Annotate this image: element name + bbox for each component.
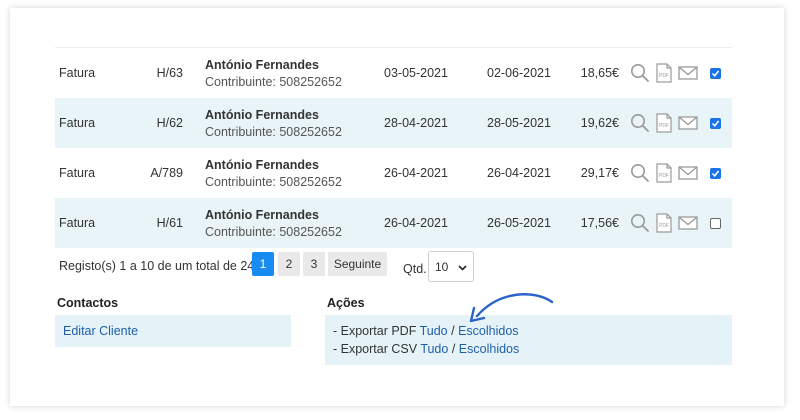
row-actions: PDF <box>630 98 698 148</box>
row-actions: PDF <box>630 148 698 198</box>
amount: 19,62€ <box>580 116 619 130</box>
quantity-select[interactable]: 10 <box>428 251 474 282</box>
amount: 18,65€ <box>580 66 619 80</box>
pdf-icon[interactable]: PDF <box>656 113 672 133</box>
row-checkbox-cell <box>710 48 721 98</box>
doc-type: Fatura <box>59 66 96 80</box>
pdf-icon-text: PDF <box>659 173 669 179</box>
client-cell: António Fernandes Contribuinte: 508252652 <box>205 198 342 248</box>
issue-date: 26-04-2021 <box>384 216 448 230</box>
doc-number: A/789 <box>150 166 183 180</box>
client-nif: Contribuinte: 508252652 <box>205 124 342 139</box>
row-checkbox[interactable] <box>710 217 721 229</box>
row-checkbox[interactable] <box>710 117 721 129</box>
table-row: Fatura H/61 António Fernandes Contribuinte:… <box>55 198 732 248</box>
client-cell: António Fernandes Contribuinte: 508252652 <box>205 98 342 148</box>
search-icon[interactable] <box>630 113 650 133</box>
export-pdf-all-link[interactable]: Tudo <box>420 324 448 338</box>
client-nif: Contribuinte: 508252652 <box>205 174 342 189</box>
mail-icon[interactable] <box>678 165 698 181</box>
doc-type: Fatura <box>59 116 96 130</box>
export-csv-separator: / <box>451 342 456 356</box>
amount: 29,17€ <box>580 166 619 180</box>
search-icon[interactable] <box>630 163 650 183</box>
row-checkbox-cell <box>710 98 721 148</box>
client-nif: Contribuinte: 508252652 <box>205 224 342 239</box>
due-date: 26-04-2021 <box>487 166 551 180</box>
row-checkbox-cell <box>710 198 721 248</box>
client-name: António Fernandes <box>205 157 319 172</box>
export-pdf-label: - Exportar PDF <box>333 324 417 338</box>
row-checkbox[interactable] <box>710 167 721 179</box>
actions-title: Ações <box>327 296 365 310</box>
row-checkbox-cell <box>710 148 721 198</box>
search-icon[interactable] <box>630 213 650 233</box>
doc-number: H/61 <box>156 216 183 230</box>
doc-number: H/62 <box>156 116 183 130</box>
pdf-icon-text: PDF <box>659 123 669 129</box>
annotation-arrow-icon <box>469 293 554 323</box>
table-row: Fatura H/62 António Fernandes Contribuinte:… <box>55 98 732 148</box>
doc-type: Fatura <box>59 166 96 180</box>
pdf-icon-text: PDF <box>659 223 669 229</box>
issue-date: 03-05-2021 <box>384 66 448 80</box>
page-2-button[interactable]: 2 <box>278 252 300 276</box>
mail-icon[interactable] <box>678 115 698 131</box>
search-icon[interactable] <box>630 63 650 83</box>
due-date: 28-05-2021 <box>487 116 551 130</box>
chevron-down-icon <box>458 260 467 274</box>
row-actions: PDF <box>630 198 698 248</box>
next-page-button[interactable]: Seguinte <box>328 252 387 276</box>
quantity-label: Qtd. <box>403 262 427 276</box>
export-csv-all-link[interactable]: Tudo <box>420 342 448 356</box>
records-summary: Registo(s) 1 a 10 de um total de 24 <box>59 259 255 273</box>
doc-number: H/63 <box>156 66 183 80</box>
mail-icon[interactable] <box>678 65 698 81</box>
client-nif: Contribuinte: 508252652 <box>205 74 342 89</box>
quantity-value: 10 <box>435 259 449 274</box>
export-csv-chosen-link[interactable]: Escolhidos <box>459 342 519 356</box>
page-1-button[interactable]: 1 <box>252 252 274 276</box>
pagination-bar: Registo(s) 1 a 10 de um total de 24 1 2 … <box>55 251 732 285</box>
export-csv-label: - Exportar CSV <box>333 342 418 356</box>
invoice-table: Fatura H/63 António Fernandes Contribuinte:… <box>55 47 732 248</box>
client-name: António Fernandes <box>205 107 319 122</box>
issue-date: 26-04-2021 <box>384 166 448 180</box>
client-cell: António Fernandes Contribuinte: 508252652 <box>205 48 342 98</box>
pdf-icon-text: PDF <box>659 73 669 79</box>
edit-client-link[interactable]: Editar Cliente <box>63 324 138 338</box>
client-name: António Fernandes <box>205 207 319 222</box>
row-checkbox[interactable] <box>710 67 721 79</box>
table-row: Fatura A/789 António Fernandes Contribuinte… <box>55 148 732 198</box>
doc-type: Fatura <box>59 216 96 230</box>
client-name: António Fernandes <box>205 57 319 72</box>
pdf-icon[interactable]: PDF <box>656 163 672 183</box>
issue-date: 28-04-2021 <box>384 116 448 130</box>
page-3-button[interactable]: 3 <box>303 252 325 276</box>
table-row: Fatura H/63 António Fernandes Contribuinte:… <box>55 48 732 98</box>
pdf-icon[interactable]: PDF <box>656 63 672 83</box>
contacts-title: Contactos <box>57 296 119 310</box>
due-date: 02-06-2021 <box>487 66 551 80</box>
mail-icon[interactable] <box>678 215 698 231</box>
amount: 17,56€ <box>580 216 619 230</box>
due-date: 26-05-2021 <box>487 216 551 230</box>
export-pdf-separator: / <box>451 324 455 338</box>
row-actions: PDF <box>630 48 698 98</box>
contacts-box: Editar Cliente <box>55 315 291 347</box>
pdf-icon[interactable]: PDF <box>656 213 672 233</box>
export-csv-line: - Exportar CSV Tudo / Escolhidos <box>333 342 519 356</box>
client-cell: António Fernandes Contribuinte: 508252652 <box>205 148 342 198</box>
